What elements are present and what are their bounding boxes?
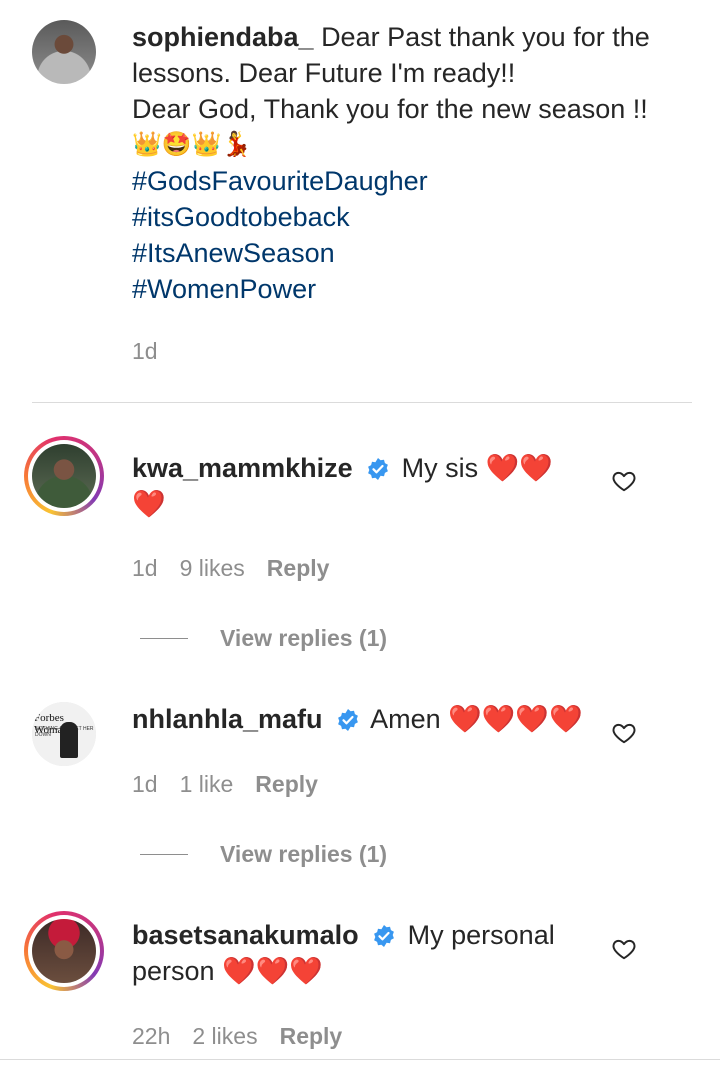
comment-body: My personal (407, 920, 555, 950)
comment-time: 22h (132, 1023, 171, 1049)
verified-badge-icon (374, 925, 395, 947)
hashtag-3[interactable]: #ItsAnewSeason (132, 235, 692, 271)
view-replies-label[interactable]: View replies (1) (220, 841, 387, 868)
comment-body: Amen ❤️❤️❤️❤️ (370, 704, 583, 734)
avatar-nhlanhla-mafu[interactable]: Forbes Woman NOTHING CAN GET HER DOWN (32, 702, 96, 766)
story-ring[interactable] (24, 436, 104, 516)
comment-body-line-2: ❤️ (132, 489, 166, 519)
comment-time: 1d (132, 555, 158, 581)
caption-username[interactable]: sophiendaba_ (132, 22, 314, 52)
comment-body: My sis ❤️❤️ (401, 453, 553, 483)
bottom-divider (0, 1059, 720, 1060)
comment-time: 1d (132, 771, 158, 797)
heart-outline-icon[interactable] (611, 936, 637, 962)
verified-badge-icon (368, 458, 389, 480)
reply-button[interactable]: Reply (280, 1023, 343, 1050)
forbes-cover-figure (60, 722, 78, 758)
comment-meta: 1d 9 likes Reply (132, 555, 329, 582)
heart-outline-icon[interactable] (611, 720, 637, 746)
comment-text: nhlanhla_mafu Amen ❤️❤️❤️❤️ (132, 701, 592, 737)
view-replies-label[interactable]: View replies (1) (220, 625, 387, 652)
reply-button[interactable]: Reply (267, 555, 330, 582)
caption-divider (32, 402, 692, 403)
comment-text: kwa_mammkhize My sis ❤️❤️ ❤️ (132, 450, 592, 522)
reply-button[interactable]: Reply (255, 771, 318, 798)
caption-line-3: Dear God, Thank you for the new season !… (132, 94, 648, 124)
hashtag-4[interactable]: #WomenPower (132, 271, 692, 307)
caption-emojis: 👑🤩👑💃 (132, 131, 252, 158)
verified-badge-icon (338, 709, 358, 731)
comment-username[interactable]: kwa_mammkhize (132, 453, 353, 483)
view-replies-line (140, 638, 188, 639)
comment-username[interactable]: nhlanhla_mafu (132, 704, 323, 734)
avatar-basetsanakumalo[interactable] (32, 919, 96, 983)
avatar-sophiendaba[interactable] (32, 20, 96, 84)
story-ring[interactable] (24, 911, 104, 991)
view-replies-button[interactable]: View replies (1) (140, 625, 387, 652)
caption-meta: 1d (132, 338, 158, 365)
comment-likes[interactable]: 1 like (180, 771, 234, 798)
view-replies-line (140, 854, 188, 855)
comment-likes[interactable]: 2 likes (192, 1023, 257, 1050)
comment-text: basetsanakumalo My personal person ❤️❤️❤… (132, 917, 592, 989)
view-replies-button[interactable]: View replies (1) (140, 841, 387, 868)
caption-text: sophiendaba_ Dear Past thank you for the… (132, 19, 692, 307)
caption-line-2: lessons. Dear Future I'm ready!! (132, 58, 516, 88)
caption-line-1: Dear Past thank you for the (321, 22, 650, 52)
hashtag-1[interactable]: #GodsFavouriteDaugher (132, 163, 692, 199)
comment-meta: 1d 1 like Reply (132, 771, 318, 798)
comment-body-line-2: person ❤️❤️❤️ (132, 956, 323, 986)
comment-username[interactable]: basetsanakumalo (132, 920, 359, 950)
forbes-cover-image: Forbes Woman NOTHING CAN GET HER DOWN (32, 702, 96, 766)
heart-outline-icon[interactable] (611, 468, 637, 494)
avatar-kwa-mammkhize[interactable] (32, 444, 96, 508)
comment-likes[interactable]: 9 likes (180, 555, 245, 582)
comment-meta: 22h 2 likes Reply (132, 1023, 342, 1050)
hashtag-2[interactable]: #itsGoodtobeback (132, 199, 692, 235)
caption-time: 1d (132, 338, 158, 364)
